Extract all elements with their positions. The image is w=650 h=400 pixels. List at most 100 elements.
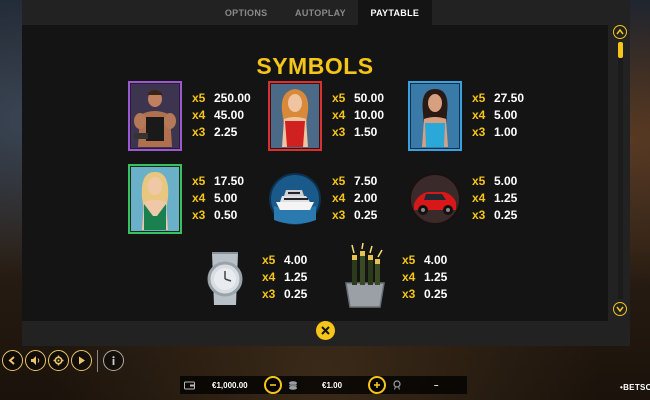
symbol-card: x5 250.00 x4 45.00 x3 2.25 [128,81,268,151]
chevron-up-icon [616,29,624,35]
multiplier: x5 [472,91,486,105]
multiplier: x4 [192,108,206,122]
multiplier: x4 [472,108,486,122]
info-icon [112,356,115,365]
gear-icon [53,355,64,366]
yacht-icon [268,164,322,234]
payout: 1.00 [494,125,518,139]
symbol-card: x5 17.50 x4 5.00 x3 0.50 [128,164,268,234]
symbol-card: x5 7.50 x4 2.00 x3 0.25 [268,164,408,234]
multiplier: x4 [332,191,346,205]
payout-list: x5 4.00 x4 1.25 x3 0.25 [262,252,307,303]
betsoft-logo: •BETSOFT• [620,383,650,392]
coins-icon [288,376,298,394]
payout: 5.00 [494,108,518,122]
multiplier: x5 [192,174,206,188]
payout: 250.00 [214,91,251,105]
minus-icon [270,384,276,386]
payout: 5.00 [214,191,238,205]
multiplier: x3 [472,208,486,222]
payout-list: x5 7.50 x4 2.00 x3 0.25 [332,173,377,224]
payout: 27.50 [494,91,525,105]
multiplier: x5 [192,91,206,105]
multiplier: x4 [472,191,486,205]
scrollbar-thumb[interactable] [618,42,623,58]
payout: 0.50 [214,208,238,222]
page-title: SYMBOLS [256,53,374,79]
payout: 0.25 [284,287,308,301]
divider [97,350,98,372]
decrease-bet-button[interactable] [264,376,282,394]
multiplier: x4 [402,270,416,284]
payout: 4.00 [284,253,308,267]
multiplier: x3 [192,208,206,222]
back-arrow-icon [8,356,15,365]
increase-bet-button[interactable] [368,376,386,394]
payout: 17.50 [214,174,245,188]
settings-button[interactable] [48,350,69,371]
sports-car-icon [408,164,462,234]
scroll-down-button[interactable] [613,302,627,316]
scroll-up-button[interactable] [613,25,627,39]
bet-value: €1.00 [322,380,343,390]
tab-autoplay[interactable]: AUTOPLAY [283,0,357,25]
game-controls [2,350,124,372]
multiplier: x4 [192,191,206,205]
payout: 1.50 [354,125,378,139]
chevron-down-icon [616,306,624,312]
payout: 5.00 [494,174,518,188]
payout: 1.25 [424,270,448,284]
paytable-content: SYMBOLS x5 250.00 x4 45.00 x3 2.25 x5 50… [22,25,608,321]
payout: 0.25 [424,287,448,301]
trophy-icon [392,376,402,394]
tab-bar: OPTIONS AUTOPLAY PAYTABLE [209,0,432,25]
multiplier: x5 [262,253,276,267]
tab-paytable[interactable]: PAYTABLE [357,0,432,25]
tab-options[interactable]: OPTIONS [209,0,283,25]
payout-list: x5 4.00 x4 1.25 x3 0.25 [402,252,447,303]
payout: 0.25 [354,208,378,222]
multiplier: x3 [262,287,276,301]
payout-list: x5 50.00 x4 10.00 x3 1.50 [332,90,384,141]
turbo-button[interactable] [71,350,92,371]
symbol-card: x5 4.00 x4 1.25 x3 0.25 [198,243,338,313]
info-button[interactable] [103,350,124,371]
multiplier: x4 [332,108,346,122]
woman-red-swimsuit-icon [268,81,322,151]
multiplier: x4 [262,270,276,284]
bodybuilder-man-icon [128,81,182,151]
payout: 45.00 [214,108,245,122]
payout: 1.25 [284,270,308,284]
balance-value: €1,000.00 [212,380,248,390]
champagne-bucket-icon [338,243,392,313]
payout-list: x5 250.00 x4 45.00 x3 2.25 [192,90,251,141]
bottom-bar: €1,000.00 €1.00 – [0,346,650,400]
symbol-card: x5 5.00 x4 1.25 x3 0.25 [408,164,548,234]
multiplier: x3 [332,208,346,222]
back-button[interactable] [2,350,23,371]
multiplier: x3 [192,125,206,139]
multiplier: x5 [332,174,346,188]
payout-list: x5 27.50 x4 5.00 x3 1.00 [472,90,524,141]
payout: 50.00 [354,91,385,105]
multiplier: x5 [402,253,416,267]
woman-green-dress-icon [128,164,182,234]
payout: 1.25 [494,191,518,205]
multiplier: x5 [472,174,486,188]
payout: 0.25 [494,208,518,222]
symbol-card: x5 50.00 x4 10.00 x3 1.50 [268,81,408,151]
close-icon [321,326,330,335]
speaker-icon [31,356,40,365]
multiplier: x5 [332,91,346,105]
plus-icon [374,382,380,388]
win-value: – [434,380,439,390]
sound-button[interactable] [25,350,46,371]
payout: 2.00 [354,191,378,205]
payout-list: x5 5.00 x4 1.25 x3 0.25 [472,173,517,224]
multiplier: x3 [332,125,346,139]
payout: 10.00 [354,108,385,122]
play-icon [79,356,85,365]
wallet-icon [184,376,195,394]
scrollbar-track[interactable] [618,42,623,299]
close-button[interactable] [316,321,335,340]
